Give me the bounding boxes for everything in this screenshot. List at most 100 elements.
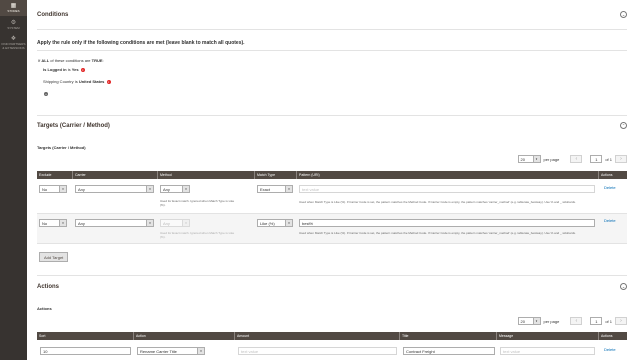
condition-attribute: Is Logged in bbox=[43, 67, 67, 72]
select-value: No bbox=[42, 221, 48, 226]
sidebar-item-partners[interactable]: ❖ FIND PARTNERS & EXTENSIONS bbox=[0, 34, 27, 52]
table-row: No ▾ Any ▾ Any ▾ Used for Exact match. I… bbox=[37, 180, 627, 214]
table-row: 10 Rename Carrier Title ▾ text value Con… bbox=[37, 341, 627, 360]
sidebar-item-label: FIND PARTNERS & EXTENSIONS bbox=[1, 42, 26, 50]
condition-operator[interactable]: is bbox=[68, 67, 71, 72]
per-page-select[interactable]: 20 ▾ bbox=[517, 317, 541, 325]
select-value: Like (%) bbox=[260, 221, 275, 226]
section-title: Conditions bbox=[37, 12, 69, 18]
per-page-value: 20 bbox=[520, 156, 525, 162]
select-value: Rename Carrier Title bbox=[140, 349, 177, 354]
delete-link[interactable]: Delete bbox=[604, 347, 616, 352]
page-input[interactable]: 1 bbox=[590, 317, 603, 325]
pattern-note: Used when Match Type is Like (%). If Car… bbox=[299, 231, 576, 235]
remove-condition-icon[interactable]: × bbox=[106, 79, 111, 84]
collapse-icon[interactable]: ⌃ bbox=[620, 122, 627, 129]
amount-input[interactable]: text value bbox=[238, 347, 397, 355]
add-target-button[interactable]: Add Target bbox=[39, 252, 69, 262]
divider bbox=[37, 115, 627, 116]
next-page-button[interactable]: › bbox=[615, 155, 627, 163]
sidebar-item-label: SYSTEM bbox=[7, 25, 20, 30]
condition-operator[interactable]: is bbox=[75, 79, 78, 84]
select-value: Any bbox=[78, 187, 85, 192]
rule-heading: Apply the rule only if the following con… bbox=[37, 40, 245, 46]
chevron-down-icon: ▾ bbox=[59, 220, 66, 226]
column-header: Message bbox=[497, 332, 599, 340]
per-page-label: per page bbox=[543, 156, 560, 162]
per-page-value: 20 bbox=[520, 318, 525, 324]
select-value: Any bbox=[78, 221, 85, 226]
column-header: Match Type bbox=[255, 171, 297, 179]
pattern-input[interactable]: best% bbox=[299, 219, 595, 227]
carrier-select[interactable]: Any ▾ bbox=[75, 219, 154, 227]
column-header: Carrier bbox=[73, 171, 158, 179]
actions-section-header[interactable]: Actions ⌄ bbox=[37, 281, 627, 295]
chevron-down-icon: ▾ bbox=[532, 156, 540, 162]
table-row: No ▾ Any ▾ Any ▾ Used for Exact match. I… bbox=[37, 214, 627, 244]
condition-value[interactable]: Yes bbox=[72, 67, 79, 72]
section-title: Actions bbox=[37, 284, 60, 290]
targets-pager: 20 ▾ per page ‹ 1 of 1 › bbox=[517, 154, 627, 164]
delete-link[interactable]: Delete bbox=[604, 218, 616, 223]
per-page-select[interactable]: 20 ▾ bbox=[517, 155, 541, 163]
exclude-select[interactable]: No ▾ bbox=[39, 185, 67, 193]
exclude-select[interactable]: No ▾ bbox=[39, 219, 67, 227]
next-page-button[interactable]: › bbox=[615, 317, 627, 325]
prev-page-button[interactable]: ‹ bbox=[570, 317, 583, 325]
divider bbox=[37, 275, 627, 276]
condition-line: Shipping Country is United States × bbox=[43, 79, 111, 84]
page-input[interactable]: 1 bbox=[590, 155, 603, 163]
prev-page-button[interactable]: ‹ bbox=[570, 155, 583, 163]
chevron-down-icon: ▾ bbox=[182, 220, 189, 226]
main-content: Conditions ⌄ Apply the rule only if the … bbox=[27, 0, 640, 360]
per-page-label: per page bbox=[543, 318, 560, 324]
aggregator-colon: : bbox=[102, 58, 104, 63]
delete-link[interactable]: Delete bbox=[604, 185, 616, 190]
select-value: No bbox=[42, 187, 48, 192]
chevron-down-icon: ▾ bbox=[59, 186, 66, 192]
add-condition-icon[interactable]: + bbox=[44, 92, 48, 96]
actions-grid: Sort Action Amount Title Message Actions… bbox=[37, 332, 627, 360]
admin-sidebar: ▦ STORES ⚙ SYSTEM ❖ FIND PARTNERS & EXTE… bbox=[0, 0, 27, 360]
pattern-input[interactable]: text value bbox=[299, 185, 595, 193]
targets-section-header[interactable]: Targets (Carrier / Method) ⌃ bbox=[37, 120, 627, 134]
carrier-select[interactable]: Any ▾ bbox=[75, 185, 154, 193]
select-value: Any bbox=[163, 187, 170, 192]
sidebar-item-system[interactable]: ⚙ SYSTEM bbox=[0, 18, 27, 33]
sidebar-item-label: STORES bbox=[7, 9, 20, 13]
targets-label: Targets (Carrier / Method) bbox=[37, 145, 86, 150]
column-header: Method bbox=[158, 171, 255, 179]
grid-header: Sort Action Amount Title Message Actions bbox=[37, 332, 627, 340]
condition-attribute: Shipping Country bbox=[43, 79, 74, 84]
method-note: Used for Exact match. Ignored when Match… bbox=[160, 199, 235, 207]
chevron-down-icon: ▾ bbox=[197, 348, 204, 354]
sort-input[interactable]: 10 bbox=[40, 347, 131, 355]
actions-pager: 20 ▾ per page ‹ 1 of 1 › bbox=[517, 316, 627, 326]
if-prefix: If bbox=[38, 58, 41, 63]
chevron-down-icon: ▾ bbox=[285, 220, 292, 226]
value-select[interactable]: TRUE bbox=[92, 58, 103, 63]
section-title: Targets (Carrier / Method) bbox=[37, 123, 110, 129]
chevron-down-icon: ▾ bbox=[285, 186, 292, 192]
title-input[interactable]: Contract Freight bbox=[403, 347, 495, 355]
sidebar-item-stores[interactable]: ▦ STORES bbox=[0, 0, 27, 16]
divider bbox=[37, 50, 627, 51]
page-count: of 1 bbox=[605, 318, 612, 324]
condition-value[interactable]: United States bbox=[79, 79, 105, 84]
collapse-icon[interactable]: ⌄ bbox=[620, 283, 627, 290]
page-count: of 1 bbox=[605, 156, 612, 162]
chevron-down-icon: ▾ bbox=[182, 186, 189, 192]
grid-header: Exclude Carrier Method Match Type Patter… bbox=[37, 171, 627, 179]
conditions-section-header[interactable]: Conditions ⌄ bbox=[37, 9, 627, 23]
column-header: Actions bbox=[601, 173, 613, 177]
collapse-icon[interactable]: ⌄ bbox=[620, 11, 627, 18]
match-type-select[interactable]: Like (%) ▾ bbox=[257, 219, 293, 227]
remove-condition-icon[interactable]: × bbox=[80, 67, 85, 72]
match-type-select[interactable]: Exact ▾ bbox=[257, 185, 293, 193]
message-input[interactable]: text value bbox=[500, 347, 595, 355]
aggregator-select[interactable]: ALL bbox=[41, 58, 49, 63]
method-select[interactable]: Any ▾ bbox=[160, 185, 190, 193]
action-select[interactable]: Rename Carrier Title ▾ bbox=[137, 347, 205, 355]
pattern-note: Used when Match Type is Like (%). If Car… bbox=[299, 200, 576, 204]
actions-label: Actions bbox=[37, 306, 52, 311]
